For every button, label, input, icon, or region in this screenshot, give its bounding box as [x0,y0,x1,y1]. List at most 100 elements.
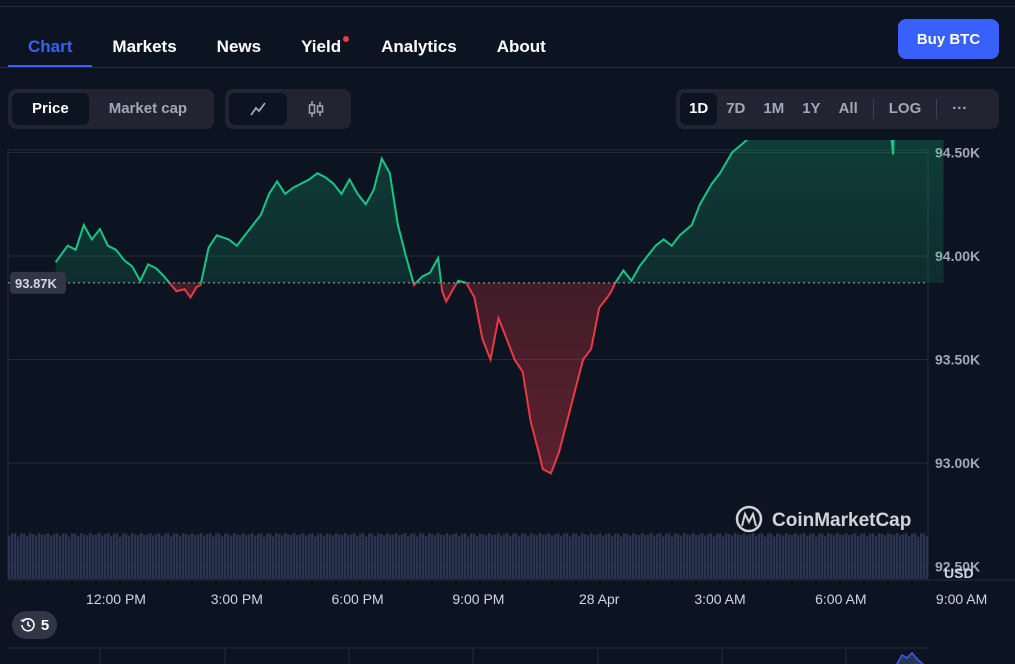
tab-chart[interactable]: Chart [8,30,93,68]
volume-bar [884,535,887,579]
tab-news[interactable]: News [197,30,281,68]
volume-bar [386,533,389,579]
tab-analytics[interactable]: Analytics [361,30,477,68]
range-log[interactable]: LOG [880,93,931,125]
volume-bar [341,534,344,579]
volume-bar [650,533,653,579]
volume-bar [194,534,197,579]
market-cap-button[interactable]: Market cap [89,93,207,125]
volume-bar [32,534,35,579]
volume-bar [506,533,509,579]
volume-bar [623,533,626,579]
buy-btc-button[interactable]: Buy BTC [898,19,999,59]
volume-bar [326,533,329,579]
volume-bar [677,533,680,579]
history-button[interactable]: 5 [12,611,57,639]
volume-bar [755,535,758,579]
volume-bar [722,536,725,579]
volume-bar [857,535,860,579]
volume-bar [83,534,86,579]
volume-bar [584,534,587,579]
volume-bar [689,535,692,579]
volume-bar [671,536,674,579]
volume-bar [635,534,638,579]
volume-bar [197,534,200,579]
volume-bar [500,535,503,579]
volume-bar [350,534,353,579]
tab-markets[interactable]: Markets [92,30,196,68]
x-tick-label: 12:00 PM [86,591,146,607]
volume-bar [593,534,596,579]
volume-bar [44,534,47,579]
volume-bar [125,533,128,579]
volume-bar [128,535,131,579]
volume-bar [527,535,530,579]
more-options-button[interactable]: ··· [943,93,976,125]
volume-bar [164,533,167,579]
volume-bar [65,533,68,579]
tab-about[interactable]: About [477,30,566,68]
volume-bar [320,533,323,579]
range-1y[interactable]: 1Y [793,93,829,125]
volume-bar [404,533,407,579]
volume-bar [563,533,566,579]
candlestick-button[interactable] [287,93,345,125]
volume-bar [431,534,434,579]
volume-bar [923,533,926,579]
volume-bar [35,535,38,579]
volume-bar [377,533,380,579]
volume-bar [476,535,479,579]
price-chart[interactable]: 95.50K95.00K94.50K94.00K93.50K93.00K92.5… [0,140,1015,664]
volume-bar [638,535,641,579]
volume-bar [494,534,497,579]
volume-bar [659,533,662,579]
volume-bar [587,535,590,579]
tab-yield-label: Yield [301,37,342,56]
volume-bar [788,534,791,579]
range-1d[interactable]: 1D [680,93,718,125]
volume-bar [275,533,278,579]
volume-bar [698,534,701,579]
line-chart-button[interactable] [229,93,287,125]
tab-yield[interactable]: Yield [281,30,361,68]
volume-bar [866,536,869,579]
volume-bar [803,533,806,579]
range-1m[interactable]: 1M [754,93,793,125]
volume-bar [329,534,332,579]
volume-bar [779,534,782,579]
x-tick-label: 6:00 PM [332,591,384,607]
volume-bar [497,533,500,579]
coinmarketcap-watermark: CoinMarketCap [735,505,911,533]
volume-bar [599,533,602,579]
volume-bar [203,535,206,579]
volume-bar [626,533,629,579]
candlestick-icon [308,101,324,117]
volume-bar [245,535,248,579]
volume-bar [89,533,92,579]
coinmarketcap-wordmark: CoinMarketCap [772,510,911,531]
volume-bar [413,533,416,579]
volume-bar [485,535,488,579]
volume-bar [122,533,125,579]
volume-bar [707,533,710,579]
range-all[interactable]: All [830,93,867,125]
range-7d[interactable]: 7D [717,93,754,125]
volume-bar [338,534,341,579]
volume-bar [572,533,575,579]
volume-bar [764,536,767,579]
price-button[interactable]: Price [12,93,89,125]
volume-bar [695,535,698,579]
volume-bar [821,533,824,579]
history-icon [20,618,35,632]
notification-dot [343,36,350,42]
volume-bar [443,534,446,579]
tab-bar: Chart Markets News Yield Analytics About [8,30,566,68]
volume-bar [449,535,452,579]
volume-bar [230,535,233,579]
volume-bar [875,536,878,579]
volume-bar [713,536,716,579]
volume-bar [251,533,254,579]
volume-bar [782,535,785,579]
volume-bar [569,536,572,579]
volume-bar [602,535,605,579]
